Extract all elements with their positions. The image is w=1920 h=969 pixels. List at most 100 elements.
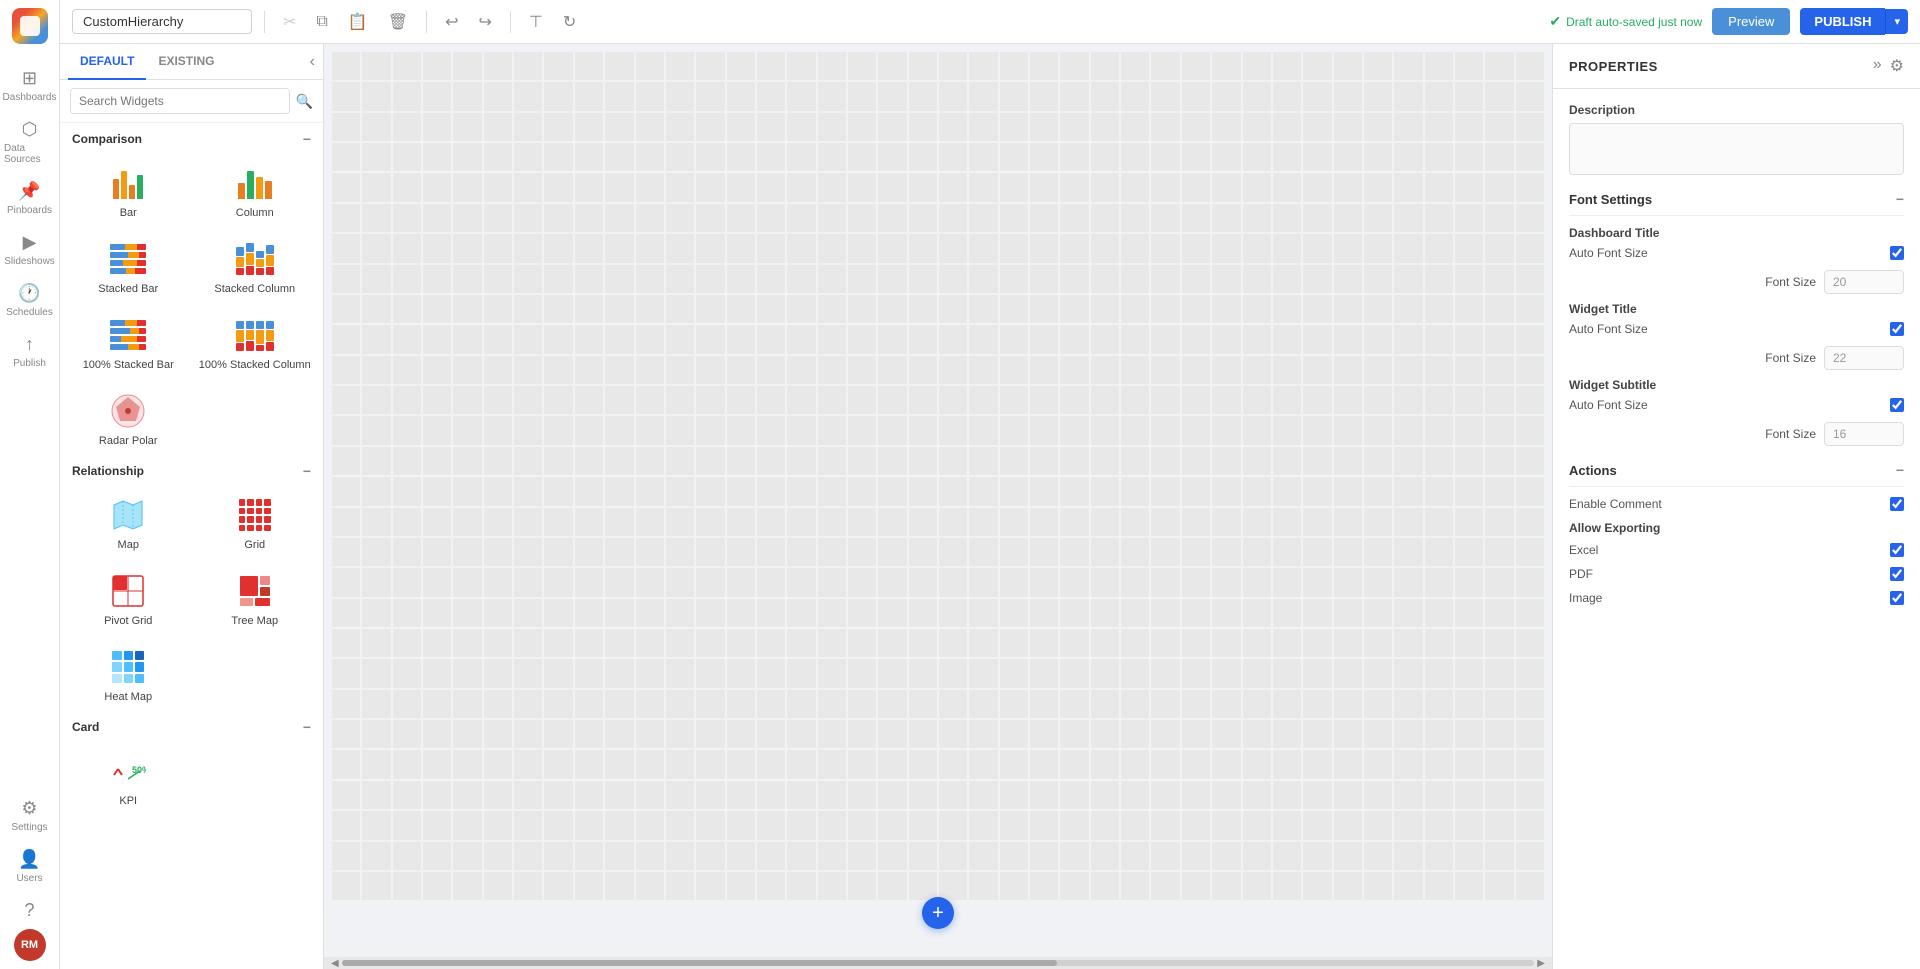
properties-expand-icon[interactable]: » bbox=[1873, 56, 1882, 76]
redo-button[interactable]: ↪ bbox=[472, 8, 497, 36]
refresh-button[interactable]: ↻ bbox=[557, 8, 582, 36]
cut-button[interactable]: ✂ bbox=[277, 8, 302, 36]
canvas-cell bbox=[696, 447, 724, 475]
canvas-cell bbox=[787, 781, 815, 809]
app-logo[interactable] bbox=[12, 8, 48, 44]
canvas-cell bbox=[362, 538, 390, 566]
canvas-cell bbox=[1485, 325, 1513, 353]
canvas-cell bbox=[848, 173, 876, 201]
canvas-cell bbox=[575, 447, 603, 475]
canvas-cell bbox=[939, 629, 967, 657]
dashboard-name-input[interactable]: CustomHierarchy bbox=[72, 9, 252, 34]
pdf-checkbox[interactable] bbox=[1890, 567, 1904, 581]
widget-auto-font-checkbox[interactable] bbox=[1890, 322, 1904, 336]
nav-item-settings[interactable]: ⚙ Settings bbox=[0, 790, 59, 841]
enable-comment-checkbox[interactable] bbox=[1890, 497, 1904, 511]
publish-button[interactable]: PUBLISH bbox=[1800, 8, 1885, 35]
horizontal-scrollbar[interactable]: ◀ ▶ bbox=[324, 957, 1552, 969]
description-input[interactable] bbox=[1569, 123, 1904, 175]
nav-item-schedules[interactable]: 🕐 Schedules bbox=[0, 275, 59, 326]
canvas-cell bbox=[696, 113, 724, 141]
canvas-cell bbox=[909, 143, 937, 171]
panel-collapse-button[interactable]: ‹ bbox=[310, 53, 315, 71]
canvas-cell bbox=[393, 52, 421, 80]
scroll-right-arrow[interactable]: ▶ bbox=[1534, 958, 1548, 969]
widget-item-100-stacked-column[interactable]: 100% Stacked Column bbox=[193, 305, 318, 379]
canvas-cell bbox=[878, 447, 906, 475]
canvas-cell bbox=[1030, 842, 1058, 870]
dashboard-font-size-input[interactable]: 20 bbox=[1824, 270, 1904, 294]
nav-item-pinboards[interactable]: 📌 Pinboards bbox=[0, 173, 59, 224]
font-settings-collapse[interactable]: − bbox=[1896, 191, 1904, 207]
widget-item-bar[interactable]: Bar bbox=[66, 153, 191, 227]
canvas-area[interactable]: + ◀ ▶ bbox=[324, 44, 1552, 969]
widget-item-heat-map[interactable]: Heat Map bbox=[66, 637, 191, 711]
canvas-cell bbox=[1060, 690, 1088, 718]
properties-settings-icon[interactable]: ⚙ bbox=[1890, 56, 1904, 76]
canvas-cell bbox=[362, 447, 390, 475]
widget-item-tree-map[interactable]: Tree Map bbox=[193, 561, 318, 635]
image-checkbox[interactable] bbox=[1890, 591, 1904, 605]
excel-checkbox[interactable] bbox=[1890, 543, 1904, 557]
widget-item-column[interactable]: Column bbox=[193, 153, 318, 227]
canvas-cell bbox=[1151, 811, 1179, 839]
tab-existing[interactable]: EXISTING bbox=[146, 44, 226, 80]
canvas-cell bbox=[575, 265, 603, 293]
canvas-cell bbox=[1455, 781, 1483, 809]
widget-item-stacked-column[interactable]: Stacked Column bbox=[193, 229, 318, 303]
canvas-cell bbox=[1000, 811, 1028, 839]
canvas-cell bbox=[666, 416, 694, 444]
nav-item-data-sources[interactable]: ⬡ Data Sources bbox=[0, 111, 59, 173]
nav-item-dashboards[interactable]: ⊞ Dashboards bbox=[0, 60, 59, 111]
canvas-cell bbox=[423, 629, 451, 657]
section-collapse-card[interactable]: − bbox=[303, 719, 311, 735]
nav-item-help[interactable]: ? bbox=[0, 892, 59, 929]
canvas-cell bbox=[1212, 325, 1240, 353]
dashboard-auto-font-checkbox[interactable] bbox=[1890, 246, 1904, 260]
widget-item-grid[interactable]: Grid bbox=[193, 485, 318, 559]
publish-dropdown-button[interactable]: ▾ bbox=[1885, 9, 1908, 34]
widget-font-size-input[interactable]: 22 bbox=[1824, 346, 1904, 370]
canvas-cell bbox=[1151, 265, 1179, 293]
canvas-cell bbox=[1060, 842, 1088, 870]
canvas-cell bbox=[1182, 720, 1210, 748]
undo-button[interactable]: ↩ bbox=[439, 8, 464, 36]
canvas-cell bbox=[636, 781, 664, 809]
delete-button[interactable]: 🗑 bbox=[382, 8, 414, 36]
canvas-cell bbox=[1425, 750, 1453, 778]
nav-item-users[interactable]: 👤 Users bbox=[0, 841, 59, 892]
nav-item-slideshows[interactable]: ▶ Slideshows bbox=[0, 224, 59, 275]
section-collapse-relationship[interactable]: − bbox=[303, 463, 311, 479]
scroll-left-arrow[interactable]: ◀ bbox=[328, 958, 342, 969]
paste-button[interactable]: 📋 bbox=[342, 8, 374, 36]
search-input[interactable] bbox=[70, 88, 290, 114]
widget-item-kpi[interactable]: 50% KPI bbox=[66, 741, 191, 815]
actions-collapse[interactable]: − bbox=[1896, 462, 1904, 478]
canvas-cell bbox=[1303, 386, 1331, 414]
section-collapse-comparison[interactable]: − bbox=[303, 131, 311, 147]
canvas-grid bbox=[324, 44, 1552, 969]
canvas-cell bbox=[1364, 690, 1392, 718]
widget-item-pivot-grid[interactable]: Pivot Grid bbox=[66, 561, 191, 635]
widget-item-map[interactable]: Map bbox=[66, 485, 191, 559]
subtitle-auto-font-checkbox[interactable] bbox=[1890, 398, 1904, 412]
canvas-cell bbox=[544, 811, 572, 839]
widget-item-stacked-bar[interactable]: Stacked Bar bbox=[66, 229, 191, 303]
widget-item-radar-polar[interactable]: Radar Polar bbox=[66, 381, 191, 455]
canvas-cell bbox=[939, 52, 967, 80]
tab-default[interactable]: DEFAULT bbox=[68, 44, 146, 80]
canvas-cell bbox=[1091, 781, 1119, 809]
canvas-cell bbox=[1425, 659, 1453, 687]
add-widget-button[interactable]: + bbox=[922, 897, 954, 929]
widget-item-100-stacked-bar[interactable]: 100% Stacked Bar bbox=[66, 305, 191, 379]
canvas-cell bbox=[1030, 750, 1058, 778]
canvas-cell bbox=[939, 568, 967, 596]
nav-item-publish[interactable]: ↑ Publish bbox=[0, 326, 59, 377]
preview-button[interactable]: Preview bbox=[1712, 8, 1790, 35]
copy-button[interactable]: ⧉ bbox=[310, 9, 333, 35]
filter-button[interactable]: ⊤ bbox=[523, 8, 549, 36]
canvas-cell bbox=[514, 781, 542, 809]
subtitle-font-size-input[interactable]: 16 bbox=[1824, 422, 1904, 446]
user-avatar[interactable]: RM bbox=[14, 929, 46, 961]
canvas-cell bbox=[1151, 508, 1179, 536]
